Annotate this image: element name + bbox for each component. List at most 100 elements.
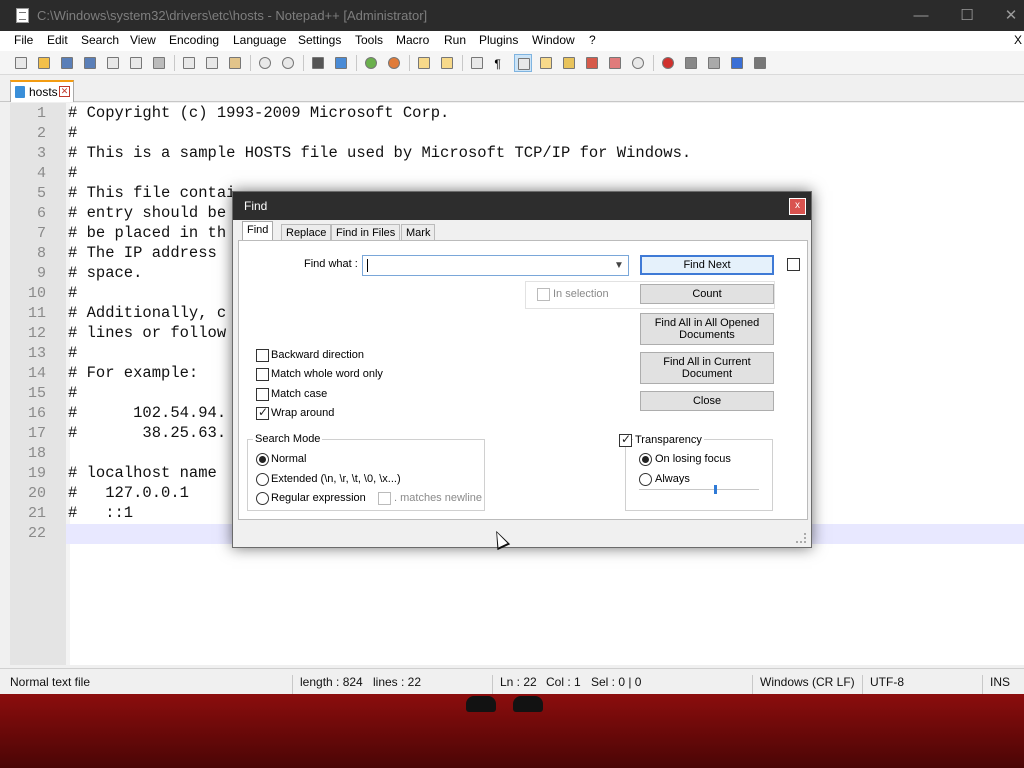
always-radio[interactable]	[639, 473, 652, 486]
match-whole-word-checkbox[interactable]	[256, 368, 269, 381]
menu-file[interactable]: File	[14, 33, 33, 47]
word-wrap-icon[interactable]	[468, 54, 486, 72]
close-tab-icon[interactable]: ✕	[59, 86, 70, 97]
menu-window[interactable]: Window	[532, 33, 575, 47]
document-map-icon[interactable]	[560, 54, 578, 72]
status-file-type: Normal text file	[10, 675, 91, 689]
find-icon[interactable]	[309, 54, 327, 72]
regex-mode-label: Regular expression	[271, 492, 366, 504]
find-next-button[interactable]: Find Next	[640, 255, 774, 275]
transparency-slider-thumb[interactable]	[714, 485, 717, 494]
extended-mode-radio[interactable]	[256, 473, 269, 486]
tab-mark[interactable]: Mark	[401, 224, 436, 241]
code-line: #	[68, 164, 78, 182]
status-insert-mode[interactable]: INS	[990, 675, 1010, 689]
menu-settings[interactable]: Settings	[298, 33, 341, 47]
find-dialog-close-button[interactable]: x	[789, 198, 806, 215]
define-language-icon[interactable]	[537, 54, 555, 72]
replace-icon[interactable]	[332, 54, 350, 72]
menu-search[interactable]: Search	[81, 33, 119, 47]
sync-horizontal-icon[interactable]	[438, 54, 456, 72]
save-macro-icon[interactable]	[751, 54, 769, 72]
find-dialog-title-bar[interactable]: Find x	[233, 192, 811, 220]
sync-vertical-icon[interactable]	[415, 54, 433, 72]
play-macro-icon[interactable]	[705, 54, 723, 72]
menu-help[interactable]: ?	[589, 33, 596, 47]
find-next-extra-checkbox[interactable]	[787, 258, 800, 271]
in-selection-checkbox[interactable]	[537, 288, 550, 301]
save-icon[interactable]	[58, 54, 76, 72]
indent-guide-icon[interactable]	[514, 54, 532, 72]
copy-icon[interactable]	[203, 54, 221, 72]
close-all-icon[interactable]	[127, 54, 145, 72]
record-macro-icon[interactable]	[659, 54, 677, 72]
paste-icon[interactable]	[226, 54, 244, 72]
tab-find-in-files[interactable]: Find in Files	[331, 224, 401, 241]
menu-tools[interactable]: Tools	[355, 33, 383, 47]
menu-plugins[interactable]: Plugins	[479, 33, 518, 47]
monitoring-icon[interactable]	[629, 54, 647, 72]
save-all-icon[interactable]	[81, 54, 99, 72]
zoom-out-icon[interactable]	[385, 54, 403, 72]
close-file-icon[interactable]	[104, 54, 122, 72]
find-all-in-all-opened-documents-button[interactable]: Find All in All Opened Documents	[640, 313, 774, 345]
menu-encoding[interactable]: Encoding	[169, 33, 219, 47]
menu-macro[interactable]: Macro	[396, 33, 429, 47]
chevron-down-icon[interactable]: ▼	[609, 256, 629, 275]
undo-icon[interactable]	[256, 54, 274, 72]
minimize-button[interactable]: —	[898, 0, 944, 31]
count-button[interactable]: Count	[640, 284, 774, 304]
new-file-icon[interactable]	[12, 54, 30, 72]
run-macro-multiple-icon[interactable]	[728, 54, 746, 72]
cut-icon[interactable]	[180, 54, 198, 72]
line-number: 12	[27, 325, 46, 342]
code-line: # The IP address	[68, 244, 227, 262]
wrap-around-checkbox[interactable]	[256, 405, 269, 420]
tab-hosts[interactable]: hosts ✕	[10, 80, 74, 102]
find-all-in-current-document-button[interactable]: Find All in Current Document	[640, 352, 774, 384]
close-document-icon[interactable]: X	[1014, 33, 1022, 47]
tab-find[interactable]: Find	[242, 221, 274, 241]
match-case-label: Match case	[271, 388, 328, 400]
close-button[interactable]: Close	[640, 391, 774, 411]
maximize-button[interactable]: ☐	[944, 0, 990, 31]
normal-mode-radio[interactable]	[256, 453, 269, 466]
redo-icon[interactable]	[279, 54, 297, 72]
title-bar[interactable]: C:\Windows\system32\drivers\etc\hosts - …	[0, 0, 1024, 31]
folder-as-workspace-icon[interactable]	[606, 54, 624, 72]
show-all-characters-icon[interactable]: ¶	[491, 54, 509, 72]
in-selection-label: In selection	[553, 288, 609, 300]
code-line: # Additionally, c	[68, 304, 227, 322]
code-line: # This file contai	[68, 184, 236, 202]
transparency-checkbox[interactable]	[619, 432, 632, 447]
status-eol[interactable]: Windows (CR LF)	[760, 675, 855, 689]
open-file-icon[interactable]	[35, 54, 53, 72]
status-length: length : 824	[300, 675, 363, 689]
status-encoding[interactable]: UTF-8	[870, 675, 904, 689]
find-what-combobox[interactable]: ▼	[362, 255, 629, 276]
zoom-in-icon[interactable]	[362, 54, 380, 72]
code-line: #	[68, 284, 78, 302]
menu-view[interactable]: View	[130, 33, 156, 47]
line-number: 1	[36, 105, 46, 122]
function-list-icon[interactable]	[583, 54, 601, 72]
status-lines: lines : 22	[373, 675, 422, 689]
menu-language[interactable]: Language	[233, 33, 286, 47]
resize-grip-icon[interactable]	[796, 533, 806, 543]
toolbar-separator	[356, 55, 357, 71]
menu-edit[interactable]: Edit	[47, 33, 68, 47]
print-icon[interactable]	[150, 54, 168, 72]
search-mode-title: Search Mode	[253, 433, 323, 445]
backward-direction-checkbox[interactable]	[256, 349, 269, 362]
matches-newline-checkbox[interactable]	[378, 492, 391, 505]
match-case-checkbox[interactable]	[256, 388, 269, 401]
close-window-button[interactable]: ✕	[988, 0, 1024, 31]
regex-mode-radio[interactable]	[256, 492, 269, 505]
transparency-slider-track[interactable]	[639, 489, 759, 490]
menu-run[interactable]: Run	[444, 33, 466, 47]
stop-macro-icon[interactable]	[682, 54, 700, 72]
wrap-around-label: Wrap around	[271, 407, 335, 419]
on-losing-focus-radio[interactable]	[639, 453, 652, 466]
tab-replace[interactable]: Replace	[281, 224, 332, 241]
on-losing-focus-label: On losing focus	[655, 453, 731, 465]
